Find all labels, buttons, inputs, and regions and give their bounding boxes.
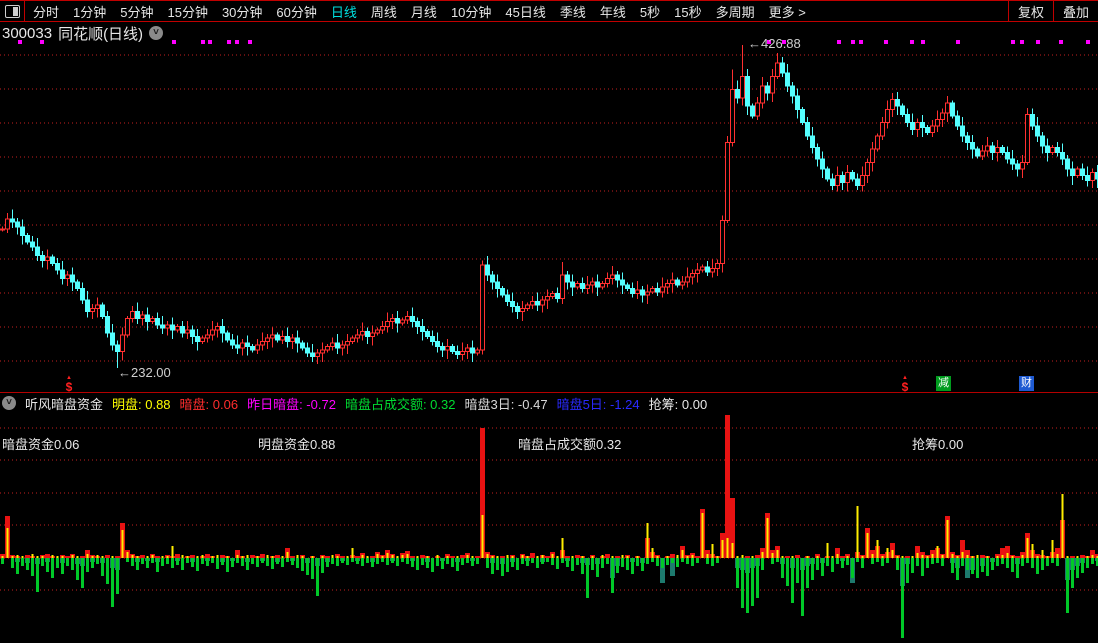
jian-badge-icon[interactable]: 减 xyxy=(936,376,951,391)
stock-code: 300033 xyxy=(2,24,53,42)
indicator-field-3: 暗盘占成交额: 0.32 xyxy=(344,396,456,412)
dollar-marker-icon[interactable]: ▲ $ xyxy=(898,375,912,393)
period-tab-13[interactable]: 5秒 xyxy=(640,2,660,21)
period-tab-9[interactable]: 10分钟 xyxy=(451,2,491,21)
period-tab-16[interactable]: 更多 > xyxy=(769,2,806,21)
indicator-header-bar: ˅ 听风暗盘资金 明盘: 0.88 暗盘: 0.06 昨日暗盘: -0.72 暗盘占成… xyxy=(0,392,1098,413)
indicator-field-2: 昨日暗盘: -0.72 xyxy=(247,396,336,412)
fuquan-button[interactable]: 复权 xyxy=(1007,1,1053,21)
stock-title-row: 300033 同花顺(日线) ˅ xyxy=(2,24,164,43)
period-menu: 分时 1分钟 5分钟 15分钟 30分钟 60分钟 日线 周线 月线 10分钟 45日线 季线 年线 5秒… xyxy=(25,2,1008,21)
period-tab-2[interactable]: 5分钟 xyxy=(120,2,153,21)
event-marker-dot xyxy=(921,40,925,44)
subchart-label-1: 明盘资金0.88 xyxy=(258,437,336,452)
subchart-label-3: 抢筹0.00 xyxy=(912,437,964,452)
chevron-down-icon[interactable]: ˅ xyxy=(2,396,16,410)
cai-badge-icon[interactable]: 财 xyxy=(1019,376,1034,391)
event-marker-dot xyxy=(956,40,960,44)
subchart-label-0: 暗盘资金0.06 xyxy=(2,437,80,452)
period-toolbar: 分时 1分钟 5分钟 15分钟 30分钟 60分钟 日线 周线 月线 10分钟 45日线 季线 年线 5秒… xyxy=(0,0,1098,22)
event-marker-dot xyxy=(1011,40,1015,44)
period-tab-3[interactable]: 15分钟 xyxy=(167,2,207,21)
event-marker-dot xyxy=(1086,40,1090,44)
period-tab-0[interactable]: 分时 xyxy=(33,2,59,21)
period-tab-6[interactable]: 日线 xyxy=(331,2,357,21)
event-marker-dot xyxy=(227,40,231,44)
high-price-label: ←426.88 xyxy=(748,36,801,51)
period-tab-4[interactable]: 30分钟 xyxy=(222,2,262,21)
event-marker-dot xyxy=(851,40,855,44)
event-marker-dot xyxy=(248,40,252,44)
event-marker-dot xyxy=(859,40,863,44)
event-marker-dot xyxy=(1059,40,1063,44)
overlay-button[interactable]: 叠加 xyxy=(1052,1,1098,21)
event-marker-dot xyxy=(910,40,914,44)
low-price-label: ←232.00 xyxy=(118,365,171,380)
period-tab-7[interactable]: 周线 xyxy=(371,2,397,21)
chevron-down-icon[interactable]: ˅ xyxy=(149,26,164,40)
period-tab-11[interactable]: 季线 xyxy=(560,2,586,21)
trading-app-window: 分时 1分钟 5分钟 15分钟 30分钟 60分钟 日线 周线 月线 10分钟 45日线 季线 年线 5秒… xyxy=(0,0,1098,643)
panel-split-icon xyxy=(4,4,20,18)
event-marker-dot xyxy=(208,40,212,44)
period-tab-14[interactable]: 15秒 xyxy=(674,2,701,21)
indicator-field-5: 暗盘5日: -1.24 xyxy=(556,396,640,412)
period-tab-1[interactable]: 1分钟 xyxy=(73,2,106,21)
layout-toggle-button[interactable] xyxy=(0,1,25,21)
period-tab-12[interactable]: 年线 xyxy=(600,2,626,21)
dollar-marker-icon[interactable]: ▲ $ xyxy=(62,375,76,393)
stock-name: 同花顺(日线) xyxy=(58,25,144,43)
event-marker-dot xyxy=(18,40,22,44)
indicator-values: 明盘: 0.88 暗盘: 0.06 昨日暗盘: -0.72 暗盘占成交额: 0.32 暗… xyxy=(112,394,707,413)
event-marker-dot xyxy=(884,40,888,44)
indicator-field-4: 暗盘3日: -0.47 xyxy=(464,396,548,412)
indicator-field-6: 抢筹: 0.00 xyxy=(648,396,708,412)
indicator-field-1: 暗盘: 0.06 xyxy=(179,396,239,412)
candlestick-chart[interactable] xyxy=(0,45,1098,393)
event-marker-dot xyxy=(201,40,205,44)
event-marker-dot xyxy=(235,40,239,44)
indicator-name[interactable]: 听风暗盘资金 xyxy=(25,394,103,413)
period-tab-8[interactable]: 月线 xyxy=(411,2,437,21)
event-marker-dot xyxy=(40,40,44,44)
period-tab-5[interactable]: 60分钟 xyxy=(276,2,316,21)
toolbar-right-buttons: 复权 叠加 xyxy=(1007,1,1098,21)
subchart-label-2: 暗盘占成交额0.32 xyxy=(518,437,622,452)
event-marker-dot xyxy=(1036,40,1040,44)
period-tab-10[interactable]: 45日线 xyxy=(505,2,545,21)
indicator-field-0: 明盘: 0.88 xyxy=(112,396,171,412)
event-marker-dot xyxy=(172,40,176,44)
event-marker-dot xyxy=(837,40,841,44)
event-marker-dot xyxy=(1020,40,1024,44)
period-tab-15[interactable]: 多周期 xyxy=(716,2,755,21)
